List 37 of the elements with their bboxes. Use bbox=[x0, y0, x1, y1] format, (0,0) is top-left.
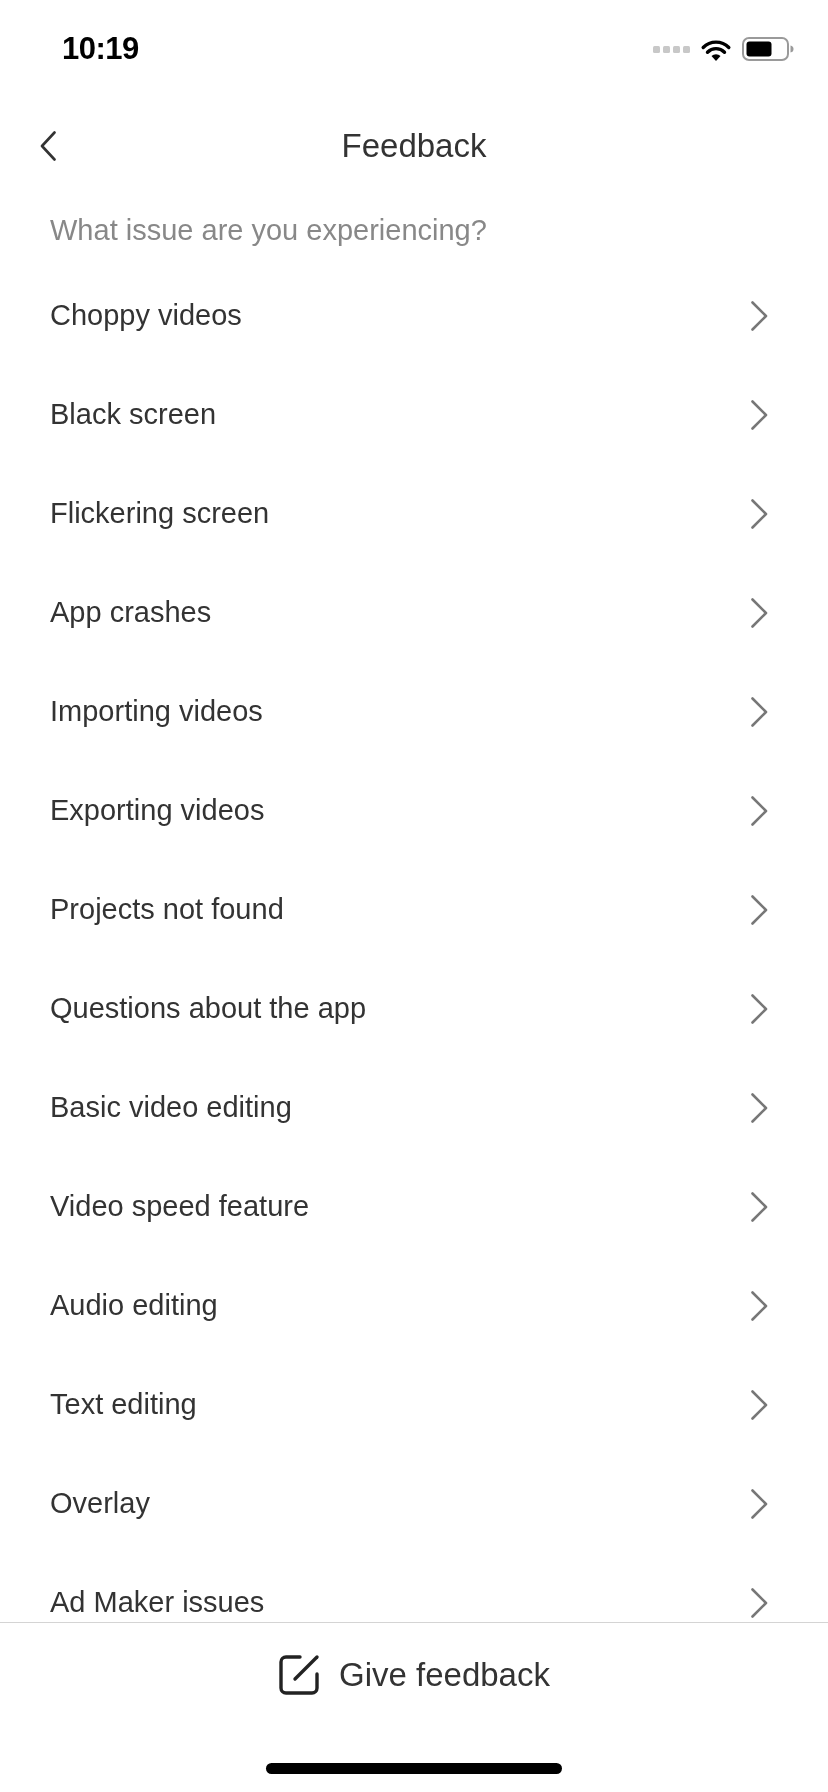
wifi-icon bbox=[700, 37, 732, 61]
edit-icon bbox=[278, 1654, 320, 1696]
page-title: Feedback bbox=[341, 127, 487, 165]
chevron-right-icon bbox=[751, 399, 768, 430]
issue-row[interactable]: Ad Maker issues bbox=[0, 1553, 828, 1622]
chevron-right-icon bbox=[751, 894, 768, 925]
issue-row[interactable]: App crashes bbox=[0, 563, 828, 662]
chevron-right-icon bbox=[751, 795, 768, 826]
give-feedback-button[interactable]: Give feedback bbox=[270, 1645, 558, 1705]
issue-row[interactable]: Text editing bbox=[0, 1355, 828, 1454]
chevron-right-icon bbox=[751, 498, 768, 529]
chevron-right-icon bbox=[751, 1092, 768, 1123]
back-chevron-icon bbox=[40, 131, 56, 161]
chevron-right-icon bbox=[751, 597, 768, 628]
chevron-right-icon bbox=[751, 1191, 768, 1222]
issue-row[interactable]: Black screen bbox=[0, 365, 828, 464]
chevron-right-icon bbox=[751, 1290, 768, 1321]
issue-row[interactable]: Basic video editing bbox=[0, 1058, 828, 1157]
issue-row[interactable]: Video speed feature bbox=[0, 1157, 828, 1256]
battery-icon bbox=[742, 37, 794, 61]
signal-icon bbox=[653, 45, 690, 53]
issue-row[interactable]: Exporting videos bbox=[0, 761, 828, 860]
issue-row[interactable]: Audio editing bbox=[0, 1256, 828, 1355]
chevron-right-icon bbox=[751, 1389, 768, 1420]
chevron-right-icon bbox=[751, 300, 768, 331]
issue-row[interactable]: Choppy videos bbox=[0, 266, 828, 365]
chevron-right-icon bbox=[751, 1587, 768, 1618]
issue-row[interactable]: Importing videos bbox=[0, 662, 828, 761]
chevron-right-icon bbox=[751, 1488, 768, 1519]
issue-row[interactable]: Overlay bbox=[0, 1454, 828, 1553]
issue-row[interactable]: Flickering screen bbox=[0, 464, 828, 563]
issue-row[interactable]: Questions about the app bbox=[0, 959, 828, 1058]
chevron-right-icon bbox=[751, 993, 768, 1024]
chevron-right-icon bbox=[751, 696, 768, 727]
issue-row[interactable]: Projects not found bbox=[0, 860, 828, 959]
prompt-text: What issue are you experiencing? bbox=[50, 213, 487, 247]
status-time: 10:19 bbox=[62, 31, 139, 67]
